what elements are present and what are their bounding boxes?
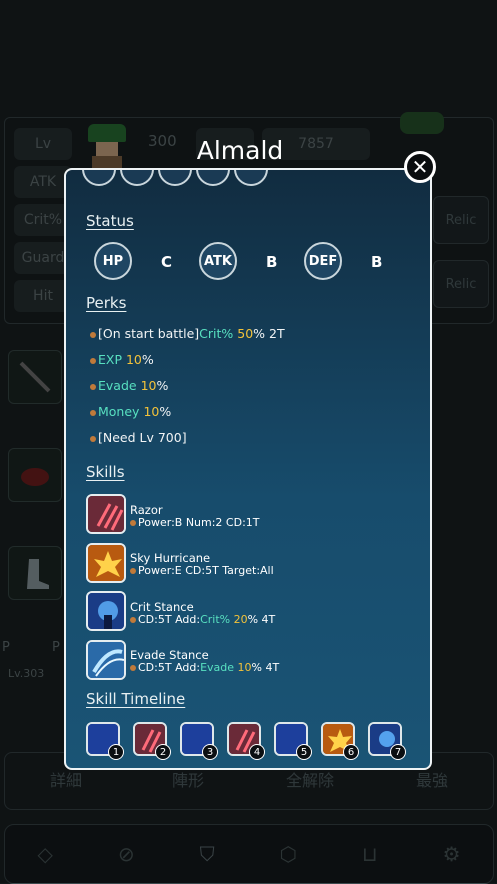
skill-desc: Power:B Num:2 CD:1T [130,516,260,529]
hp-grade: C [161,253,173,271]
atk-badge: ATK [199,242,237,280]
skill-desc: CD:5T Add:Crit% 20% 4T [130,613,275,626]
equip-icon-5 [234,170,268,186]
skill-timeline-heading: Skill Timeline [86,690,186,708]
skill-desc: CD:5T Add:Evade 10% 4T [130,661,279,674]
skill-name: Evade Stance [130,648,209,662]
equip-icon-1 [82,170,116,186]
perk-locked: [Need Lv 700] [90,430,187,445]
equip-icon-3 [158,170,192,186]
perk-item: Evade 10% [90,378,168,393]
timeline-num: 5 [296,744,312,760]
skill-name: Sky Hurricane [130,551,211,565]
close-icon: ✕ [411,155,429,179]
perk-item: [On start battle]Crit% 50% 2T [90,326,285,341]
claw-icon[interactable] [86,494,126,534]
skill-name: Razor [130,503,163,517]
equip-icon-4 [196,170,230,186]
perk-item: EXP 10% [90,352,154,367]
def-grade: B [371,253,383,271]
timeline-num: 2 [155,744,171,760]
status-heading: Status [86,212,134,230]
perks-heading: Perks [86,294,127,312]
def-badge: DEF [304,242,342,280]
timeline-num: 4 [249,744,265,760]
timeline-num: 6 [343,744,359,760]
ice-wind-icon[interactable] [86,640,126,680]
atk-grade: B [266,253,278,271]
character-detail-popup: Status HP C ATK B DEF B Perks [On start … [64,168,432,770]
skills-heading: Skills [86,463,125,481]
character-name: Almald [196,136,284,165]
stance-icon[interactable] [86,591,126,631]
timeline-num: 7 [390,744,406,760]
fire-burst-icon[interactable] [86,543,126,583]
equipment-icon-row [82,170,268,192]
close-button[interactable]: ✕ [404,151,436,183]
timeline-num: 1 [108,744,124,760]
equip-icon-2 [120,170,154,186]
timeline-num: 3 [202,744,218,760]
skill-name: Crit Stance [130,600,194,614]
perk-item: Money 10% [90,404,171,419]
skill-desc: Power:E CD:5T Target:All [130,564,274,577]
hp-badge: HP [94,242,132,280]
